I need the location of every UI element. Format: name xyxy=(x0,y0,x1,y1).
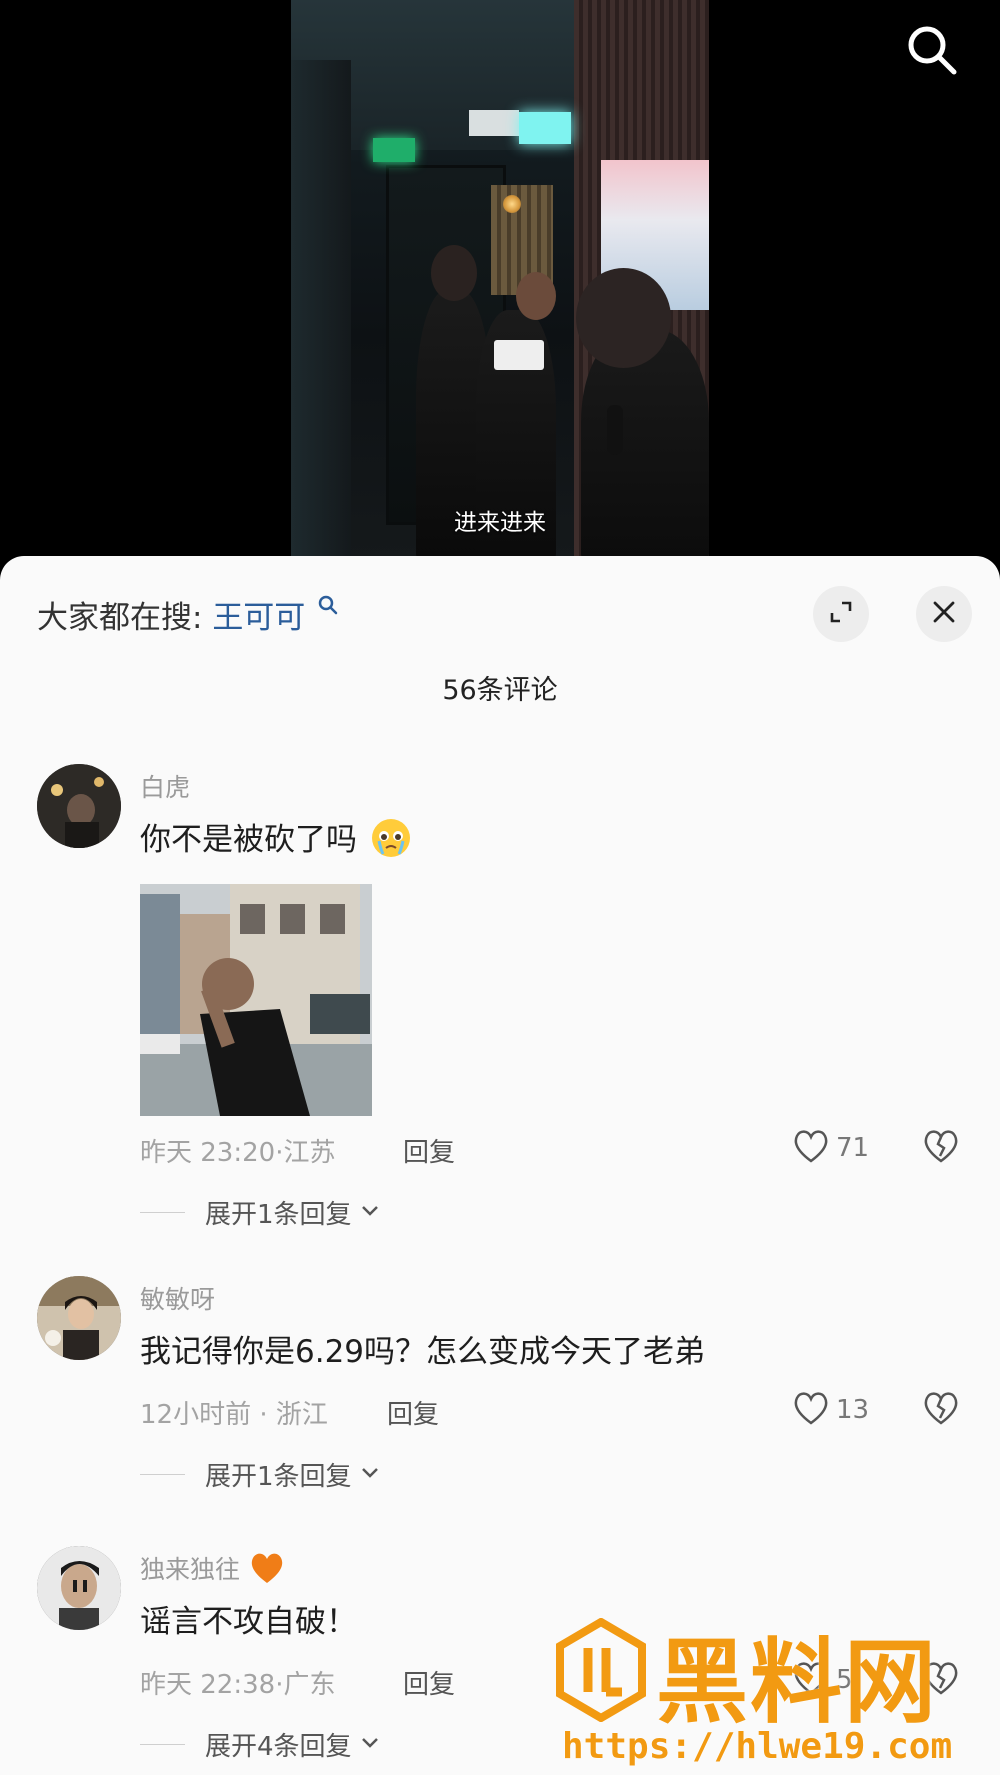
dislike-button[interactable] xyxy=(922,1390,960,1430)
video-scene-emergency-light xyxy=(469,110,519,136)
expand-icon xyxy=(827,598,855,630)
comment-item: 敏敏呀 我记得你是6.29吗？怎么变成今天了老弟 12小时前 · 浙江 回复 1… xyxy=(0,1276,1000,1492)
video-scene-person-head xyxy=(516,272,556,320)
comment-username[interactable]: 独来独往 xyxy=(140,1550,286,1592)
video-player[interactable]: 进来进来 xyxy=(0,0,1000,560)
comment-attached-image[interactable] xyxy=(140,884,372,1116)
chevron-down-icon xyxy=(360,1465,380,1484)
avatar[interactable] xyxy=(37,1276,121,1360)
expand-replies-label: 展开1条回复 xyxy=(205,1200,352,1230)
comment-meta: 昨天 23:20·江苏 xyxy=(140,1132,335,1169)
divider-line xyxy=(140,1744,185,1745)
video-scene-wall xyxy=(291,60,351,560)
video-frame[interactable] xyxy=(291,0,709,560)
comment-location: 江苏 xyxy=(283,1138,336,1168)
comments-header: 大家都在搜: 王可可 56条评论 xyxy=(0,556,1000,706)
video-scene-light-box xyxy=(519,112,571,144)
like-button[interactable]: 13 xyxy=(792,1390,869,1430)
comment-count: 56条评论 xyxy=(442,675,558,706)
comment-username-text: 独来独往 xyxy=(140,1555,241,1584)
comment-text-body: 你不是被砍了吗 xyxy=(140,822,357,858)
like-count: 71 xyxy=(836,1133,870,1163)
expand-replies-label: 展开1条回复 xyxy=(205,1462,352,1492)
comment-time: 昨天 23:20 xyxy=(140,1138,276,1168)
comment-time: 昨天 22:38 xyxy=(140,1670,276,1700)
video-scene-person-head xyxy=(576,268,671,368)
expand-replies-label: 展开4条回复 xyxy=(205,1732,352,1762)
chevron-down-icon xyxy=(360,1203,380,1222)
hot-search-label: 大家都在搜: xyxy=(37,600,203,636)
video-scene-microphone xyxy=(607,405,623,455)
orange-heart-icon xyxy=(248,1550,286,1592)
close-icon xyxy=(930,598,958,630)
like-button[interactable]: 71 xyxy=(792,1128,869,1168)
video-scene-exit-sign xyxy=(373,138,415,162)
broken-heart-icon xyxy=(922,1392,960,1430)
video-scene-lamp xyxy=(503,195,521,213)
search-icon xyxy=(317,588,339,615)
hot-search-term[interactable]: 王可可 xyxy=(212,600,305,636)
video-subtitle: 进来进来 xyxy=(454,510,546,536)
comment-location: 广东 xyxy=(283,1670,336,1700)
comments-sheet: 大家都在搜: 王可可 56条评论 白虎 你不是被砍了吗 昨天 23:20·江苏 … xyxy=(0,556,1000,1775)
divider-line xyxy=(140,1474,185,1475)
avatar[interactable] xyxy=(37,1546,121,1630)
like-count: 13 xyxy=(836,1395,870,1425)
watermark-logo xyxy=(556,1617,646,1723)
comment-meta: 12小时前 · 浙江 xyxy=(140,1394,328,1431)
comment-username[interactable]: 敏敏呀 xyxy=(140,1280,215,1316)
expand-replies-button[interactable]: 展开1条回复 xyxy=(140,1194,380,1231)
watermark-name: 黑料网 xyxy=(656,1629,939,1736)
expand-replies-button[interactable]: 展开4条回复 xyxy=(140,1726,380,1763)
comment-username[interactable]: 白虎 xyxy=(140,768,190,804)
crying-emoji-icon xyxy=(369,816,413,868)
close-button[interactable] xyxy=(916,586,972,642)
watermark: 黑料网 https://hlwe19.com xyxy=(556,1610,996,1770)
comment-text: 你不是被砍了吗 xyxy=(140,814,413,868)
avatar[interactable] xyxy=(37,764,121,848)
divider-line xyxy=(140,1212,185,1213)
comment-item: 白虎 你不是被砍了吗 昨天 23:20·江苏 回复 71 展开1条回复 xyxy=(0,764,1000,1230)
video-scene-cake xyxy=(494,340,544,370)
comment-text: 谣言不攻自破！ xyxy=(140,1604,357,1640)
comment-location: 浙江 xyxy=(275,1400,328,1430)
expand-button[interactable] xyxy=(813,586,869,642)
reply-button[interactable]: 回复 xyxy=(403,1132,455,1169)
video-scene-person-head xyxy=(431,245,477,301)
chevron-down-icon xyxy=(360,1735,380,1754)
comment-time: 12小时前 xyxy=(140,1400,252,1430)
meta-separator: · xyxy=(251,1400,276,1430)
heart-icon xyxy=(792,1390,830,1430)
hot-search-suggestion[interactable]: 大家都在搜: 王可可 xyxy=(37,592,338,637)
watermark-url: https://hlwe19.com xyxy=(562,1726,953,1767)
broken-heart-icon xyxy=(922,1130,960,1168)
comment-meta: 昨天 22:38·广东 xyxy=(140,1664,335,1701)
dislike-button[interactable] xyxy=(922,1128,960,1168)
comment-text: 我记得你是6.29吗？怎么变成今天了老弟 xyxy=(140,1334,706,1370)
heart-icon xyxy=(792,1128,830,1168)
search-icon[interactable] xyxy=(904,22,960,78)
reply-button[interactable]: 回复 xyxy=(387,1394,439,1431)
reply-button[interactable]: 回复 xyxy=(403,1664,455,1701)
expand-replies-button[interactable]: 展开1条回复 xyxy=(140,1456,380,1493)
